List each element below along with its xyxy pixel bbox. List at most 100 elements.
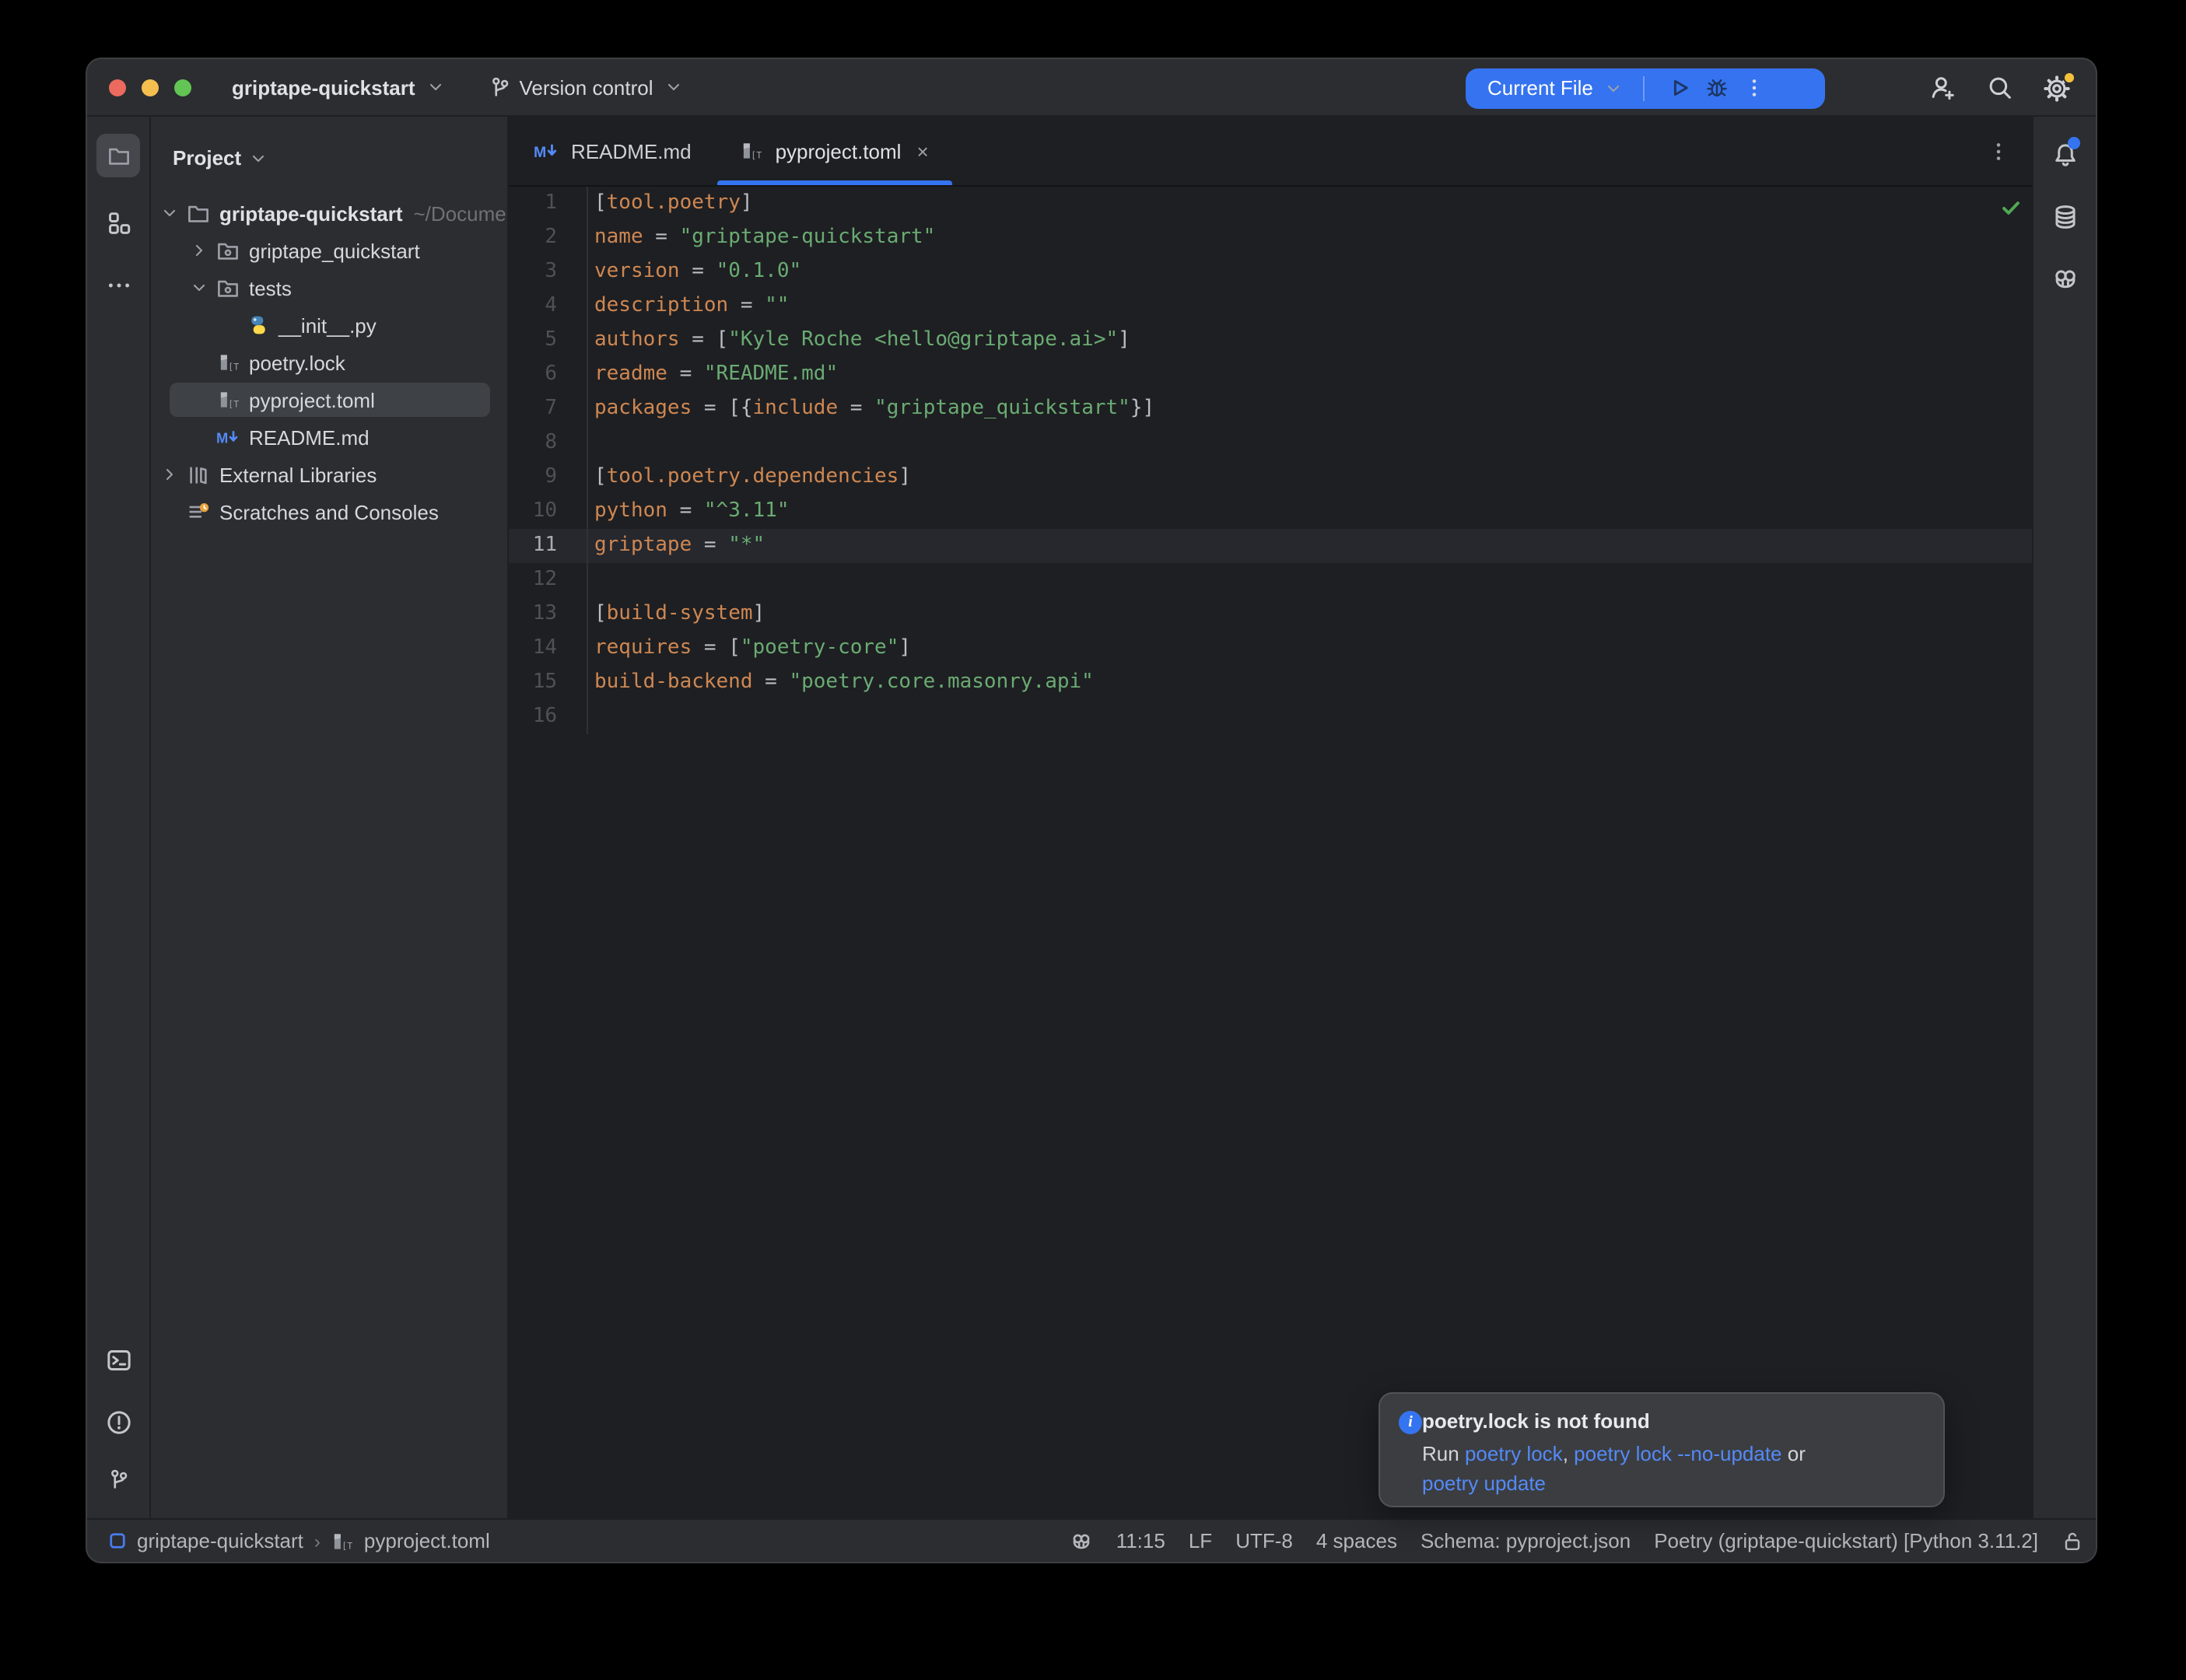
tree-item-poetry-lock[interactable]: [T]poetry.lock [151,344,507,381]
link-poetry-lock-no-update[interactable]: poetry lock --no-update [1574,1442,1781,1465]
chevron-right-icon[interactable] [157,465,182,484]
run-button[interactable] [1662,69,1699,107]
code-line-5[interactable]: 5authors = ["Kyle Roche <hello@griptape.… [509,324,2032,358]
copilot-status-icon[interactable] [1071,1530,1093,1552]
vcs-widget[interactable]: Version control [479,71,689,103]
run-configuration-selector[interactable]: Current File [1466,76,1623,100]
structure-tool-button[interactable] [96,201,140,244]
code-line-14[interactable]: 14requires = ["poetry-core"] [509,632,2032,666]
zoom-window-button[interactable] [174,79,191,96]
status-item-lf[interactable]: LF [1189,1529,1212,1552]
line-number: 16 [509,700,588,734]
toml-icon: [T] [216,352,240,373]
line-number: 12 [509,563,588,597]
editor-tabs: MREADME.md[T]pyproject.toml× [509,117,954,185]
tab-pyproject-toml[interactable]: [T]pyproject.toml× [716,117,954,185]
code-editor[interactable]: 1[tool.poetry]2name = "griptape-quicksta… [509,187,2032,1518]
code-line-13[interactable]: 13[build-system] [509,597,2032,632]
project-tool-button[interactable] [96,134,140,177]
code-line-2[interactable]: 2name = "griptape-quickstart" [509,221,2032,255]
tab-readme-md[interactable]: MREADME.md [509,117,716,185]
project-panel-title: Project [173,146,241,170]
chevron-down-icon[interactable] [157,204,182,222]
code-line-1[interactable]: 1[tool.poetry] [509,187,2032,221]
code-line-4[interactable]: 4description = "" [509,289,2032,324]
copilot-tool-button[interactable] [2043,257,2086,300]
more-tool-windows-button[interactable] [96,263,140,306]
code-text: [tool.poetry.dependencies] [588,460,911,495]
code-text: [build-system] [588,597,765,632]
tree-item-griptape-quickstart[interactable]: griptape_quickstart [151,232,507,269]
debug-button[interactable] [1699,69,1736,107]
left-tool-strip [87,117,151,1518]
tree-item-tests[interactable]: tests [151,269,507,306]
close-window-button[interactable] [109,79,126,96]
status-item-4-spaces[interactable]: 4 spaces [1316,1529,1397,1552]
line-number: 15 [509,666,588,700]
notification-text: , [1563,1442,1574,1465]
tree-item-label: griptape-quickstart [219,201,403,225]
line-number: 9 [509,460,588,495]
code-text: description = "" [588,289,789,324]
tree-item-pyproject-toml[interactable]: [T]pyproject.toml [151,381,507,418]
tab-options-button[interactable] [1987,117,2010,185]
code-line-15[interactable]: 15build-backend = "poetry.core.masonry.a… [509,666,2032,700]
breadcrumb-file[interactable]: pyproject.toml [364,1529,490,1552]
svg-text:[T]: [T] [751,149,763,160]
link-poetry-lock[interactable]: poetry lock [1465,1442,1563,1465]
status-item-11[interactable]: 11:15 [1116,1529,1165,1552]
project-panel-header[interactable]: Project [151,117,507,176]
notifications-tool-button[interactable] [2043,132,2086,176]
project-widget[interactable]: griptape-quickstart [226,71,451,103]
vcs-tool-button[interactable] [96,1458,140,1501]
code-line-10[interactable]: 10python = "^3.11" [509,495,2032,529]
vcs-widget-label: Version control [520,75,653,99]
code-line-12[interactable]: 12 [509,563,2032,597]
tree-item-scratches-and-consoles[interactable]: Scratches and Consoles [151,493,507,530]
notification-popup[interactable]: i poetry.lock is not found Run poetry lo… [1379,1392,1945,1507]
close-tab-icon[interactable]: × [916,139,928,163]
pill-divider [1643,75,1645,100]
code-line-7[interactable]: 7packages = [{include = "griptape_quicks… [509,392,2032,426]
lock-open-icon[interactable] [2062,1530,2083,1552]
line-number: 13 [509,597,588,632]
tree-item-readme-md[interactable]: MREADME.md [151,418,507,456]
main-area: Project griptape-quickstart~/Documentsgr… [87,117,2096,1518]
minimize-window-button[interactable] [142,79,159,96]
tree-item-external-libraries[interactable]: External Libraries [151,456,507,493]
code-text: version = "0.1.0" [588,255,801,289]
terminal-tool-button[interactable] [96,1338,140,1381]
ide-window: griptape-quickstart Version control Curr… [86,58,2097,1563]
settings-button[interactable] [2038,69,2076,107]
tree-item-griptape-quickstart[interactable]: griptape-quickstart ~/Documents [151,194,507,232]
code-line-8[interactable]: 8 [509,426,2032,460]
code-line-16[interactable]: 16 [509,700,2032,734]
code-with-me-button[interactable] [1923,69,1960,107]
code-line-11[interactable]: 11griptape = "*" [509,529,2032,563]
folder-src-icon [216,276,240,299]
module-icon [109,1532,126,1549]
chevron-down-icon[interactable] [187,278,212,297]
inspection-ok-check-icon[interactable] [2001,198,2021,218]
folder-icon [187,201,210,225]
status-item-utf-8[interactable]: UTF-8 [1235,1529,1293,1552]
chevron-right-icon[interactable] [187,241,212,260]
tree-item-path: ~/Documents [414,201,508,225]
link-poetry-update[interactable]: poetry update [1422,1472,1546,1495]
search-everywhere-button[interactable] [1981,69,2018,107]
code-line-9[interactable]: 9[tool.poetry.dependencies] [509,460,2032,495]
status-item-poetry-griptape-quickstart-python-3-11-2-[interactable]: Poetry (griptape-quickstart) [Python 3.1… [1654,1529,2038,1552]
status-item-schema[interactable]: Schema: pyproject.json [1421,1529,1631,1552]
tree-item--init-py[interactable]: __init__.py [151,306,507,344]
screen: griptape-quickstart Version control Curr… [0,0,2186,1680]
code-line-6[interactable]: 6readme = "README.md" [509,358,2032,392]
run-more-button[interactable] [1736,69,1774,107]
database-tool-button[interactable] [2043,194,2086,238]
kebab-icon [1743,76,1767,100]
problems-tool-button[interactable] [96,1400,140,1444]
structure-icon [105,209,131,236]
tree-item-label: __init__.py [279,313,377,337]
breadcrumbs: griptape-quickstart › [T] pyproject.toml [109,1529,490,1552]
code-line-3[interactable]: 3version = "0.1.0" [509,255,2032,289]
breadcrumb-project[interactable]: griptape-quickstart [137,1529,303,1552]
